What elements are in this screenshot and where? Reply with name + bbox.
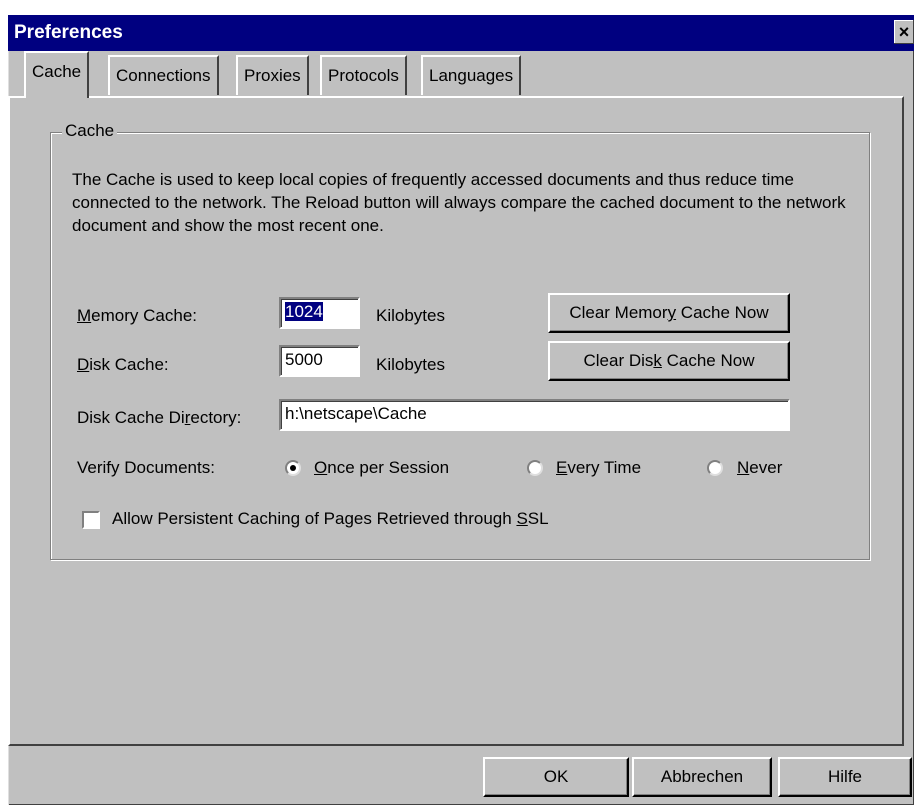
ssl-caching-checkbox[interactable]: [82, 511, 100, 529]
tab-connections[interactable]: Connections: [108, 55, 219, 95]
disk-cache-directory-label: Disk Cache Directory:: [77, 408, 242, 427]
disk-cache-label: Disk Cache:: [77, 355, 169, 374]
tab-label: Languages: [429, 66, 514, 85]
verify-documents-label: Verify Documents:: [77, 458, 215, 477]
close-icon[interactable]: ×: [894, 20, 914, 44]
ssl-caching-label[interactable]: Allow Persistent Caching of Pages Retrie…: [112, 509, 549, 529]
memory-cache-input[interactable]: 1024: [279, 297, 360, 329]
cache-description: The Cache is used to keep local copies o…: [72, 170, 846, 235]
tab-label: Cache: [32, 62, 82, 81]
disk-cache-input[interactable]: 5000: [279, 345, 360, 377]
memory-cache-label: Memory Cache:: [77, 306, 197, 325]
memory-cache-unit: Kilobytes: [376, 306, 445, 325]
ok-button[interactable]: OK: [483, 757, 629, 797]
help-button[interactable]: Hilfe: [778, 757, 912, 797]
tab-proxies[interactable]: Proxies: [236, 55, 309, 95]
radio-every-time[interactable]: [527, 460, 543, 476]
radio-never[interactable]: [707, 460, 723, 476]
cache-group-legend: Cache: [62, 121, 118, 141]
tab-protocols[interactable]: Protocols: [320, 55, 407, 95]
title-bar[interactable]: Preferences ×: [8, 15, 914, 51]
tab-label: Proxies: [244, 66, 301, 85]
dialog-title: Preferences: [14, 22, 123, 43]
tab-label: Connections: [116, 66, 211, 85]
radio-once-per-session-label[interactable]: Once per Session: [314, 458, 449, 478]
radio-once-per-session[interactable]: [285, 460, 301, 476]
tab-cache[interactable]: Cache: [24, 51, 90, 98]
disk-cache-unit: Kilobytes: [376, 355, 445, 374]
radio-every-time-label[interactable]: Every Time: [556, 458, 641, 478]
cancel-button[interactable]: Abbrechen: [632, 757, 772, 797]
tab-languages[interactable]: Languages: [421, 55, 522, 95]
radio-never-label[interactable]: Never: [737, 458, 782, 478]
clear-disk-cache-button[interactable]: Clear Disk Cache Now: [548, 341, 790, 381]
tab-label: Protocols: [328, 66, 399, 85]
disk-cache-directory-input[interactable]: h:\netscape\Cache: [279, 399, 790, 431]
clear-memory-cache-button[interactable]: Clear Memory Cache Now: [548, 293, 790, 333]
